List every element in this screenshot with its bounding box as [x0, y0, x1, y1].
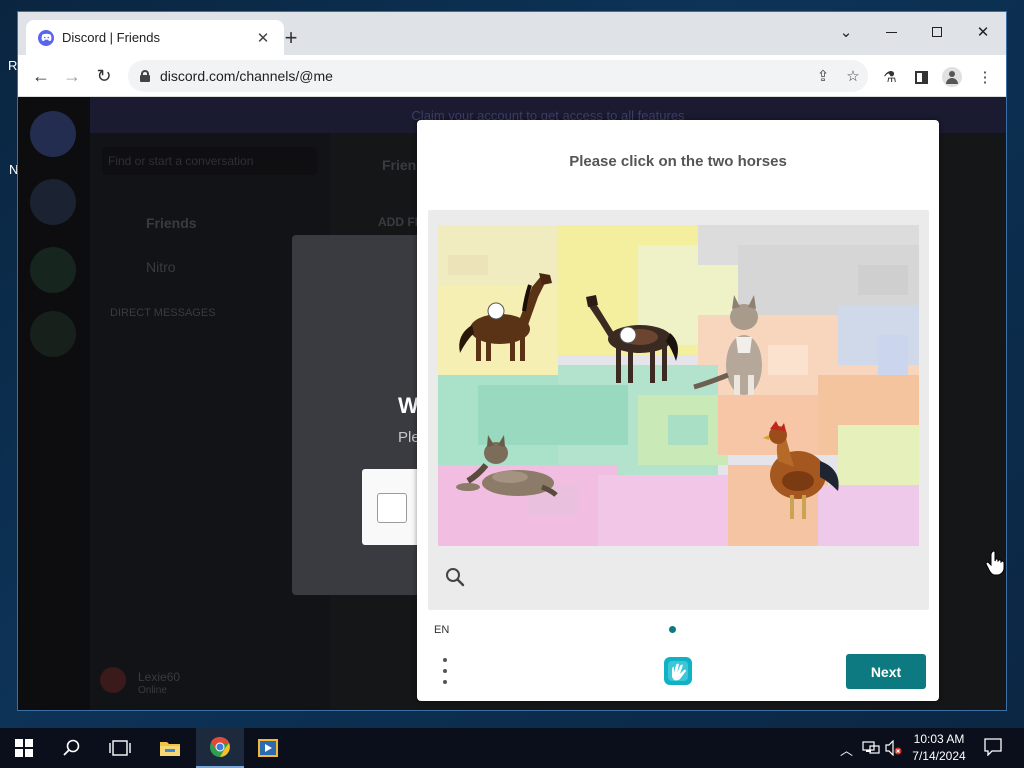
- user-avatar[interactable]: [100, 667, 126, 693]
- start-button[interactable]: [0, 728, 48, 768]
- captcha-menu-icon[interactable]: [439, 658, 451, 684]
- language-selector[interactable]: EN: [434, 624, 449, 636]
- lock-icon: [140, 70, 150, 82]
- captcha-challenge: Please click on the two horses EN Next: [417, 120, 939, 701]
- hcaptcha-logo-icon: [664, 657, 692, 685]
- clock-time: 10:03 AM: [913, 732, 965, 746]
- taskbar: ︿ 10:03 AM 7/14/2024: [0, 728, 1024, 768]
- profile-avatar-icon[interactable]: [940, 65, 964, 89]
- captcha-image-canvas[interactable]: [438, 225, 919, 546]
- discord-favicon-icon: [38, 29, 54, 46]
- windows-logo-icon: [15, 739, 33, 757]
- hand-cursor-icon: [985, 550, 1005, 576]
- tab-strip: Discord | Friends ✕ + ⌄ ✕: [18, 12, 1006, 55]
- selection-marker[interactable]: [487, 302, 505, 320]
- captcha-prompt: Please click on the two horses: [569, 153, 787, 170]
- captcha-panel: [428, 210, 929, 610]
- server-icon[interactable]: [30, 247, 76, 293]
- maximize-button[interactable]: [915, 18, 959, 46]
- zoom-search-icon[interactable]: [444, 566, 466, 588]
- close-window-button[interactable]: ✕: [961, 18, 1005, 46]
- desktop-icon-fragment: R: [8, 58, 18, 73]
- back-button[interactable]: ←: [28, 63, 54, 89]
- server-rail: [18, 97, 90, 710]
- share-icon[interactable]: ⇪: [808, 63, 838, 89]
- forward-button[interactable]: →: [59, 63, 85, 89]
- dialog-title: W: [398, 393, 419, 418]
- extension-flask-icon[interactable]: ⚗: [878, 65, 902, 89]
- network-icon[interactable]: [862, 740, 880, 759]
- volume-muted-icon[interactable]: [884, 739, 902, 759]
- chrome-taskbar-icon[interactable]: [196, 728, 244, 768]
- captcha-checkbox[interactable]: [377, 493, 407, 523]
- friends-nav-label[interactable]: Friends: [146, 215, 197, 231]
- taskbar-clock[interactable]: 10:03 AM 7/14/2024: [904, 731, 974, 765]
- next-button[interactable]: Next: [846, 654, 926, 689]
- bookmark-star-icon[interactable]: ☆: [838, 63, 868, 89]
- dm-header: DIRECT MESSAGES: [110, 307, 216, 319]
- task-view-icon[interactable]: [96, 728, 144, 768]
- file-explorer-icon[interactable]: [146, 728, 194, 768]
- nitro-nav-label[interactable]: Nitro: [146, 259, 176, 275]
- notifications-icon[interactable]: [984, 738, 1002, 759]
- captcha-image[interactable]: [438, 225, 919, 546]
- browser-toolbar: ← → ↻ discord.com/channels/@me ⇪ ☆ ⚗ ⋮: [18, 55, 1006, 97]
- selection-marker[interactable]: [619, 326, 637, 344]
- tab-search-icon[interactable]: ⌄: [824, 18, 868, 46]
- browser-tab[interactable]: Discord | Friends ✕: [26, 20, 284, 55]
- taskbar-search-icon[interactable]: [48, 728, 96, 768]
- home-server-icon[interactable]: [30, 111, 76, 157]
- user-name: Lexie60: [138, 670, 181, 684]
- server-icon[interactable]: [30, 179, 76, 225]
- new-tab-button[interactable]: +: [278, 26, 304, 52]
- side-panel-icon[interactable]: [909, 65, 933, 89]
- tab-title: Discord | Friends: [62, 30, 161, 45]
- kebab-menu-icon[interactable]: ⋮: [973, 65, 997, 89]
- dm-search-input[interactable]: Find or start a conversation: [102, 147, 317, 175]
- show-hidden-icons[interactable]: ︿: [840, 740, 853, 759]
- clock-date: 7/14/2024: [912, 749, 966, 763]
- server-icon[interactable]: [30, 311, 76, 357]
- tab-close-icon[interactable]: ✕: [254, 29, 272, 47]
- url-text[interactable]: discord.com/channels/@me: [160, 68, 808, 84]
- media-player-icon[interactable]: [244, 728, 292, 768]
- progress-dot: [669, 626, 676, 633]
- minimize-button[interactable]: [869, 18, 913, 46]
- reload-button[interactable]: ↻: [91, 63, 117, 89]
- address-bar[interactable]: discord.com/channels/@me ⇪ ☆: [128, 60, 868, 92]
- user-status: Online: [138, 685, 167, 696]
